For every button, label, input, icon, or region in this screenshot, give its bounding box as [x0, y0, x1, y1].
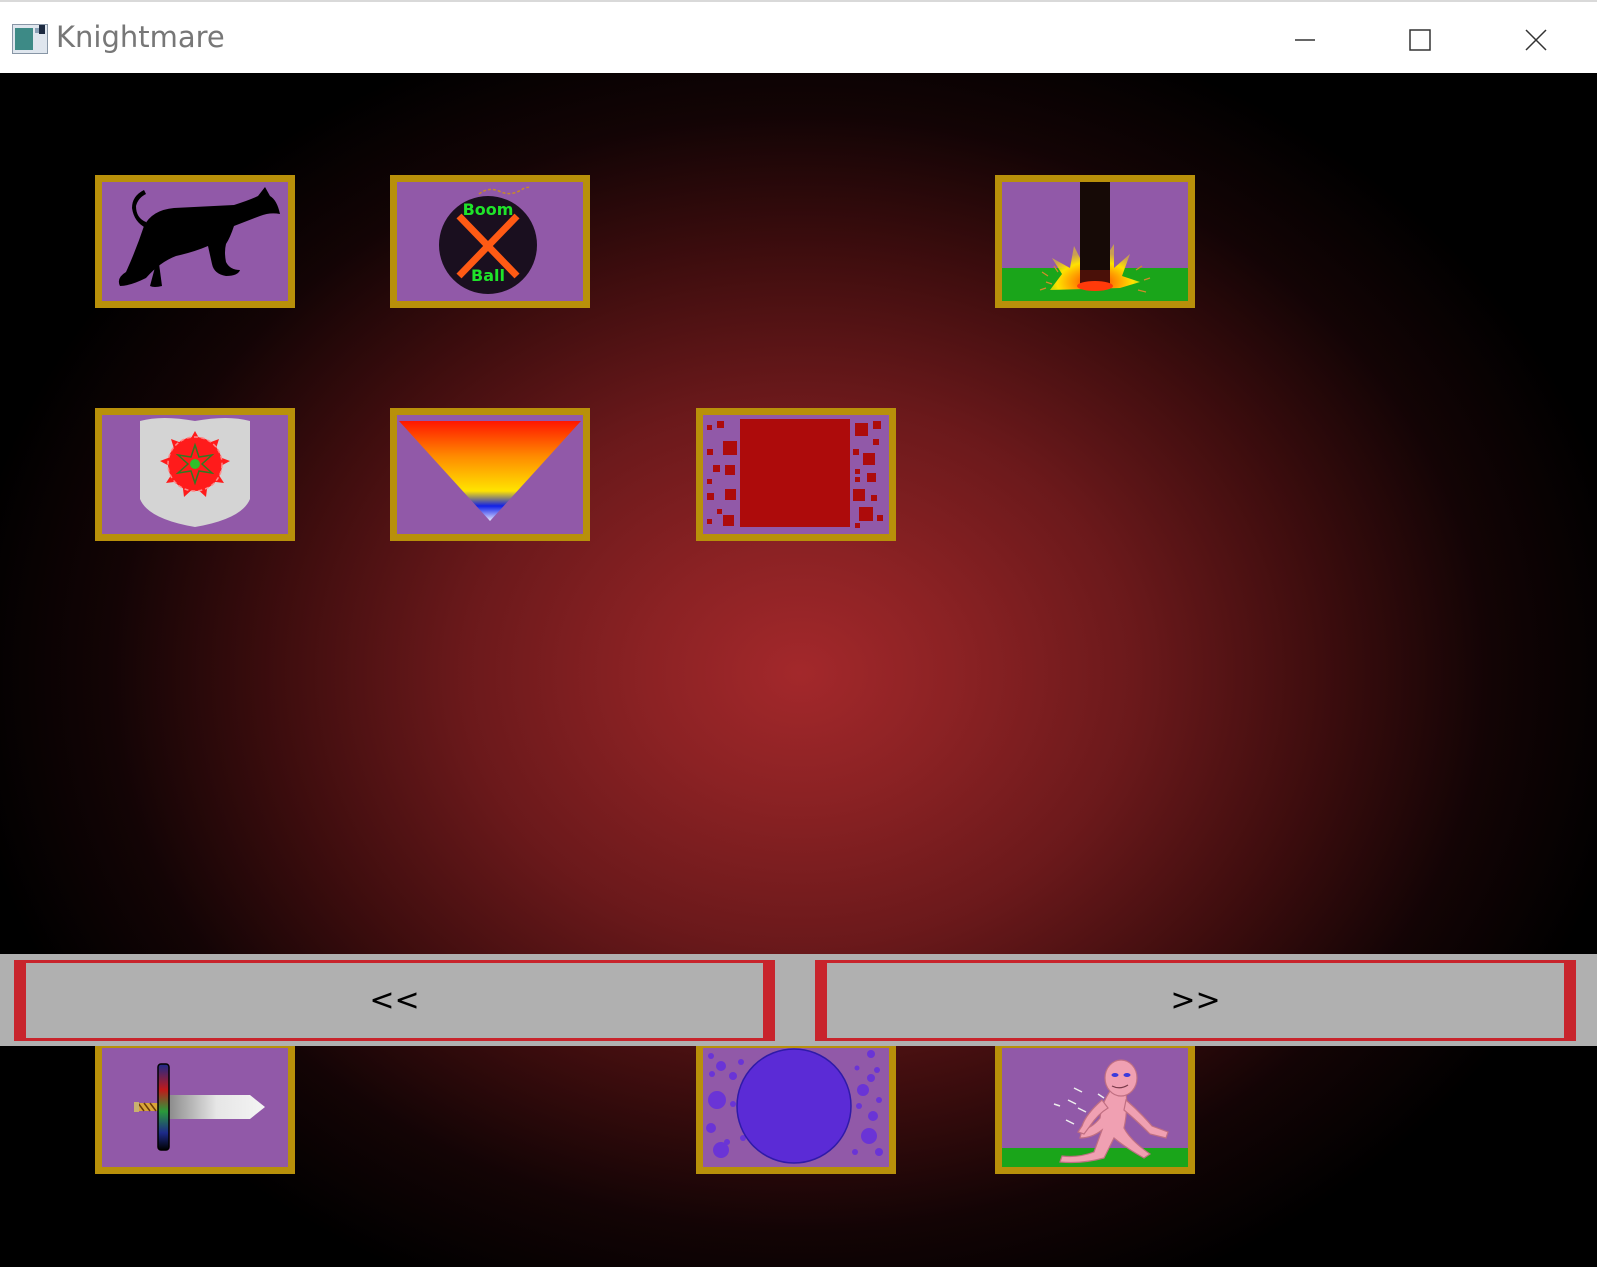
- bomb-icon: Boom Ball: [439, 186, 537, 294]
- game-board: Boom Ball << >>: [0, 73, 1597, 1267]
- close-icon: [1525, 29, 1547, 51]
- tile-boom-ball[interactable]: Boom Ball: [390, 175, 590, 308]
- tile-red-block[interactable]: [696, 408, 896, 541]
- tile-pink-figure[interactable]: [995, 1041, 1195, 1174]
- hound-icon: [118, 187, 280, 287]
- maximize-icon: [1409, 29, 1431, 51]
- minimize-icon: [1295, 39, 1315, 41]
- tile-hound[interactable]: [95, 175, 295, 308]
- figure-icon: [1002, 1059, 1188, 1167]
- sword-icon: [134, 1063, 265, 1151]
- next-page-button[interactable]: >>: [815, 960, 1576, 1041]
- boom-label: Boom: [463, 200, 514, 219]
- window-title: Knightmare: [56, 20, 225, 54]
- funnel-icon: [399, 421, 581, 521]
- page-nav-bar: << >>: [0, 954, 1597, 1046]
- red-square-icon: [707, 419, 883, 528]
- tile-funnel[interactable]: [390, 408, 590, 541]
- previous-page-button[interactable]: <<: [14, 960, 775, 1041]
- maximize-button[interactable]: [1395, 20, 1445, 60]
- shield-icon: [140, 418, 250, 527]
- tile-pillar-explosion[interactable]: [995, 175, 1195, 308]
- tile-shield[interactable]: [95, 408, 295, 541]
- window-titlebar: Knightmare: [0, 0, 1597, 73]
- ball-label: Ball: [471, 266, 505, 285]
- tile-purple-orb[interactable]: [696, 1041, 896, 1174]
- orb-icon: [706, 1048, 883, 1164]
- close-button[interactable]: [1511, 20, 1561, 60]
- tile-sword[interactable]: [95, 1041, 295, 1174]
- app-icon: [12, 24, 48, 54]
- minimize-button[interactable]: [1280, 20, 1330, 60]
- explosion-icon: [1002, 182, 1188, 301]
